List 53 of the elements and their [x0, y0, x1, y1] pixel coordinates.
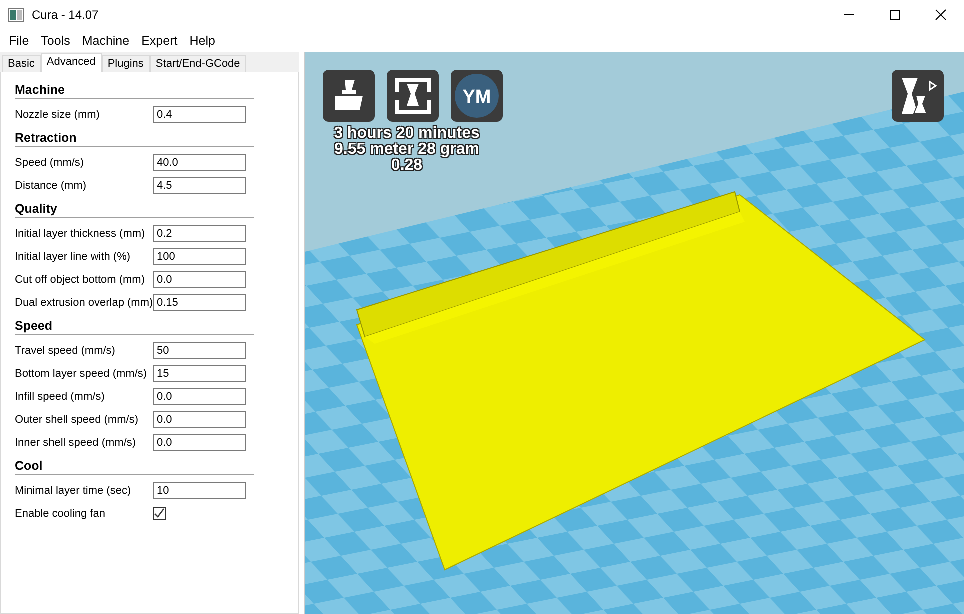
field-label: Minimal layer time (sec): [15, 484, 132, 496]
input-field[interactable]: 10: [153, 482, 246, 499]
section-heading: Cool: [15, 459, 254, 475]
close-icon[interactable]: [935, 9, 947, 21]
input-field[interactable]: 40.0: [153, 154, 246, 171]
input-field[interactable]: 4.5: [153, 177, 246, 194]
maximize-icon[interactable]: [889, 9, 901, 21]
field-label: Enable cooling fan: [15, 508, 107, 520]
menu-item[interactable]: Expert: [136, 34, 184, 48]
input-field[interactable]: 50: [153, 342, 246, 359]
input-field[interactable]: 0.2: [153, 225, 246, 242]
field-label: Cut off object bottom (mm): [15, 274, 146, 286]
field-label: Dual extrusion overlap (mm): [15, 296, 153, 308]
load-model-icon[interactable]: [323, 70, 375, 122]
field-label: Initial layer thickness (mm): [15, 228, 146, 240]
field-label: Distance (mm): [15, 180, 88, 192]
input-field[interactable]: 0.0: [153, 434, 246, 451]
view-mode-icon[interactable]: [892, 70, 944, 122]
input-field[interactable]: 0.15: [153, 294, 246, 311]
window-title: Cura - 14.07: [32, 8, 99, 22]
menu-item[interactable]: File: [3, 34, 36, 48]
input-field[interactable]: 100: [153, 248, 246, 265]
field-label: Inner shell speed (mm/s): [15, 436, 138, 448]
field-label: Nozzle size (mm): [15, 108, 101, 120]
tab[interactable]: Advanced: [40, 53, 102, 72]
print-info-text: 9.55 meter 28 gram: [334, 142, 480, 158]
section-heading: Retraction: [15, 131, 254, 147]
tab[interactable]: Plugins: [102, 55, 150, 72]
input-field[interactable]: 0.0: [153, 388, 246, 405]
menu-item[interactable]: Help: [184, 34, 222, 48]
field-label: Infill speed (mm/s): [15, 390, 106, 402]
input-field[interactable]: 15: [153, 365, 246, 382]
tab[interactable]: Start/End-GCode: [150, 55, 246, 72]
input-field[interactable]: 0.0: [153, 271, 246, 288]
field-label: Bottom layer speed (mm/s): [15, 368, 148, 380]
section-heading: Quality: [15, 202, 254, 218]
app-icon: [8, 8, 24, 22]
field-label: Initial layer line with (%): [15, 250, 132, 262]
field-label: Speed (mm/s): [15, 156, 86, 168]
tab[interactable]: Basic: [2, 55, 41, 72]
user-avatar-icon[interactable]: YM: [451, 70, 503, 122]
field-label: Outer shell speed (mm/s): [15, 414, 140, 426]
input-field[interactable]: 0.4: [153, 106, 246, 123]
menu-item[interactable]: Machine: [76, 34, 136, 48]
checkbox[interactable]: [153, 507, 166, 520]
menu-item[interactable]: Tools: [35, 34, 76, 48]
field-label: Travel speed (mm/s): [15, 344, 116, 356]
section-heading: Machine: [15, 83, 254, 99]
section-heading: Speed: [15, 319, 254, 335]
print-icon[interactable]: [387, 70, 439, 122]
input-field[interactable]: 0.0: [153, 411, 246, 428]
print-info-text: 0.28: [390, 158, 424, 174]
print-info-text: 3 hours 20 minutes: [333, 126, 481, 142]
